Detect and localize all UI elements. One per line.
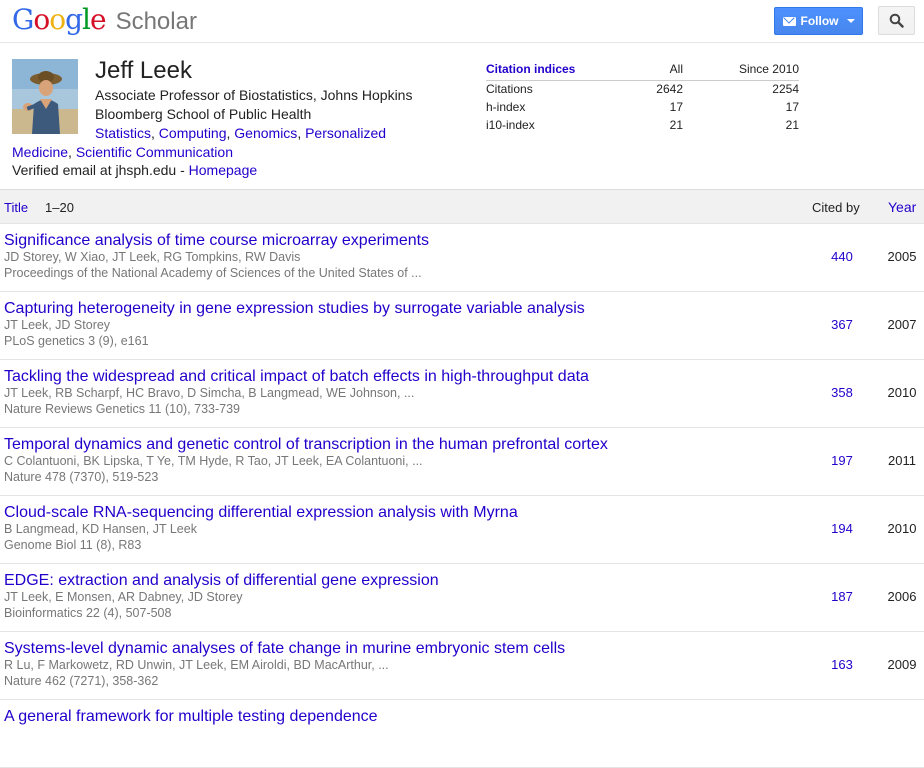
article-venue: Proceedings of the National Academy of S…: [4, 266, 422, 280]
article-venue: Bioinformatics 22 (4), 507-508: [4, 606, 172, 620]
magnifier-icon: [889, 13, 904, 28]
article-title-link[interactable]: Significance analysis of time course mic…: [4, 232, 429, 250]
avatar: [12, 59, 78, 134]
citation-row: h-index 17 17: [486, 98, 799, 116]
article-year: 2010: [887, 521, 917, 536]
article-row: Tackling the widespread and critical imp…: [0, 360, 924, 428]
article-title-link[interactable]: Capturing heterogeneity in gene expressi…: [4, 300, 585, 318]
article-authors: JT Leek, RB Scharpf, HC Bravo, D Simcha,…: [4, 386, 415, 400]
cited-by-link[interactable]: 358: [812, 385, 872, 400]
follow-label: Follow: [800, 14, 839, 28]
interest-link[interactable]: Statistics: [95, 125, 151, 141]
homepage-link[interactable]: Homepage: [189, 162, 258, 178]
article-title-link[interactable]: Temporal dynamics and genetic control of…: [4, 436, 608, 454]
article-authors: JT Leek, E Monsen, AR Dabney, JD Storey: [4, 590, 243, 604]
article-venue: PLoS genetics 3 (9), e161: [4, 334, 149, 348]
google-wordmark: Google: [12, 3, 107, 36]
citation-header-row: Citation indices All Since 2010: [486, 59, 799, 81]
citation-since-value: 21: [785, 118, 799, 132]
article-authors: C Colantuoni, BK Lipska, T Ye, TM Hyde, …: [4, 454, 423, 468]
article-authors: JD Storey, W Xiao, JT Leek, RG Tompkins,…: [4, 250, 301, 264]
result-range: 1–20: [45, 200, 74, 215]
follow-button[interactable]: Follow: [774, 7, 863, 35]
article-row: Significance analysis of time course mic…: [0, 224, 924, 292]
article-row: Temporal dynamics and genetic control of…: [0, 428, 924, 496]
citation-label: Citations: [486, 82, 533, 97]
article-row: EDGE: extraction and analysis of differe…: [0, 564, 924, 632]
article-authors: R Lu, F Markowetz, RD Unwin, JT Leek, EM…: [4, 658, 389, 672]
article-year: 2009: [887, 657, 917, 672]
logo-letter: o: [33, 3, 50, 36]
article-authors: B Langmead, KD Hansen, JT Leek: [4, 522, 197, 536]
cited-by-link[interactable]: 440: [812, 249, 872, 264]
article-title-link[interactable]: A general framework for multiple testing…: [4, 708, 378, 726]
verified-email: Verified email at jhsph.edu - Homepage: [12, 162, 257, 178]
citation-row: i10-index 21 21: [486, 116, 799, 134]
citation-since-value: 2254: [772, 82, 799, 97]
article-title-link[interactable]: EDGE: extraction and analysis of differe…: [4, 572, 439, 590]
google-scholar-logo[interactable]: Google Scholar: [12, 3, 197, 37]
article-row: Systems-level dynamic analyses of fate c…: [0, 632, 924, 700]
chevron-down-icon: [846, 19, 855, 23]
citation-indices-table: Citation indices All Since 2010 Citation…: [486, 59, 799, 134]
search-button[interactable]: [878, 6, 915, 35]
cited-by-link[interactable]: 163: [812, 657, 872, 672]
citation-row: Citations 2642 2254: [486, 80, 799, 98]
citation-all-value: 17: [669, 100, 683, 114]
research-interests: Statistics, Computing, Genomics, Persona…: [12, 125, 387, 160]
logo-letter: G: [12, 3, 34, 36]
citation-all-value: 21: [669, 118, 683, 132]
logo-letter: e: [90, 3, 107, 36]
citation-since-value: 17: [785, 100, 799, 114]
article-row: A general framework for multiple testing…: [0, 700, 924, 768]
article-title-link[interactable]: Tackling the widespread and critical imp…: [4, 368, 589, 386]
article-venue: Nature 478 (7370), 519-523: [4, 470, 159, 484]
article-venue: Nature Reviews Genetics 11 (10), 733-739: [4, 402, 240, 416]
interest-link[interactable]: Computing: [159, 125, 227, 141]
article-authors: JT Leek, JD Storey: [4, 318, 111, 332]
interest-link[interactable]: Scientific Communication: [76, 144, 233, 160]
article-year: 2005: [887, 249, 917, 264]
sort-by-title-link[interactable]: Title: [4, 200, 28, 215]
article-year: 2010: [887, 385, 917, 400]
article-year: 2006: [887, 589, 917, 604]
article-venue: Nature 462 (7271), 358-362: [4, 674, 159, 688]
profile-affiliation: Associate Professor of Biostatistics, Jo…: [95, 87, 413, 122]
cited-by-link[interactable]: 194: [812, 521, 872, 536]
column-since-2010: Since 2010: [683, 59, 799, 81]
articles-list: Significance analysis of time course mic…: [0, 224, 924, 768]
profile-photo: [12, 59, 78, 134]
article-row: Cloud-scale RNA-sequencing differential …: [0, 496, 924, 564]
citation-label: i10-index: [486, 118, 535, 132]
cited-by-link[interactable]: 197: [812, 453, 872, 468]
article-year: 2011: [888, 453, 916, 468]
profile-name: Jeff Leek: [95, 57, 192, 84]
envelope-icon: [782, 16, 796, 26]
top-bar: Google Scholar Follow: [0, 0, 924, 43]
article-year: 2007: [887, 317, 917, 332]
cited-by-link[interactable]: 187: [812, 589, 872, 604]
article-row: Capturing heterogeneity in gene expressi…: [0, 292, 924, 360]
article-title-link[interactable]: Cloud-scale RNA-sequencing differential …: [4, 504, 518, 522]
articles-header: Title 1–20 Cited by Year: [0, 189, 924, 224]
article-venue: Genome Biol 11 (8), R83: [4, 538, 142, 552]
citation-label: h-index: [486, 100, 526, 114]
column-all: All: [646, 59, 683, 81]
citation-all-value: 2642: [656, 82, 683, 97]
citation-indices-heading[interactable]: Citation indices: [486, 59, 646, 81]
cited-by-heading: Cited by: [812, 200, 860, 215]
sort-by-year-link[interactable]: Year: [888, 199, 916, 215]
interest-link[interactable]: Genomics: [234, 125, 297, 141]
logo-letter: l: [82, 3, 91, 36]
product-name: Scholar: [115, 8, 197, 35]
email-text: Verified email at jhsph.edu -: [12, 162, 189, 178]
article-title-link[interactable]: Systems-level dynamic analyses of fate c…: [4, 640, 565, 658]
cited-by-link[interactable]: 367: [812, 317, 872, 332]
logo-letter: o: [49, 3, 66, 36]
logo-letter: g: [65, 3, 83, 36]
